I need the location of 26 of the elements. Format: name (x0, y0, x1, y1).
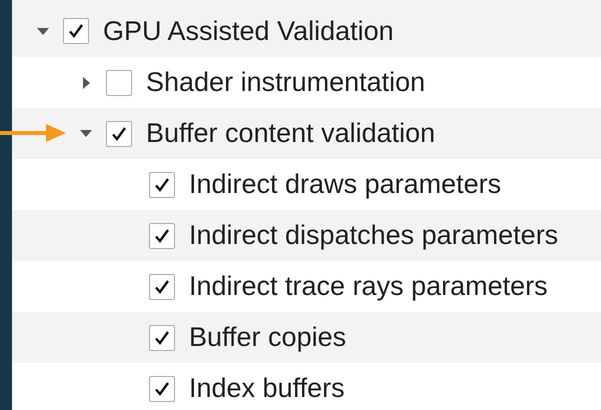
item-label: Buffer copies (189, 321, 346, 354)
item-label: GPU Assisted Validation (103, 14, 394, 48)
check-icon (110, 124, 128, 142)
checkbox[interactable] (63, 18, 89, 44)
check-icon (67, 22, 85, 40)
expander-icon[interactable] (80, 130, 92, 137)
check-icon (153, 380, 171, 398)
checkbox[interactable] (106, 120, 132, 146)
item-label: Indirect trace rays parameters (189, 270, 548, 304)
checkbox[interactable] (149, 376, 175, 402)
expander-icon[interactable] (37, 28, 49, 34)
checkbox[interactable] (149, 274, 175, 300)
check-icon (153, 278, 171, 296)
checkbox[interactable] (149, 172, 175, 198)
checkbox[interactable] (106, 70, 132, 96)
item-label: Indirect draws parameters (189, 168, 502, 202)
item-label: Index buffers (189, 372, 345, 406)
check-icon (153, 226, 171, 244)
item-label: Indirect dispatches parameters (189, 219, 558, 252)
checkbox[interactable] (149, 222, 175, 248)
expander-icon[interactable] (83, 76, 90, 88)
check-icon (153, 328, 171, 346)
check-icon (153, 176, 171, 194)
item-label: Shader instrumentation (146, 66, 426, 100)
item-label: Buffer content validation (146, 117, 436, 150)
checkbox[interactable] (149, 324, 175, 350)
